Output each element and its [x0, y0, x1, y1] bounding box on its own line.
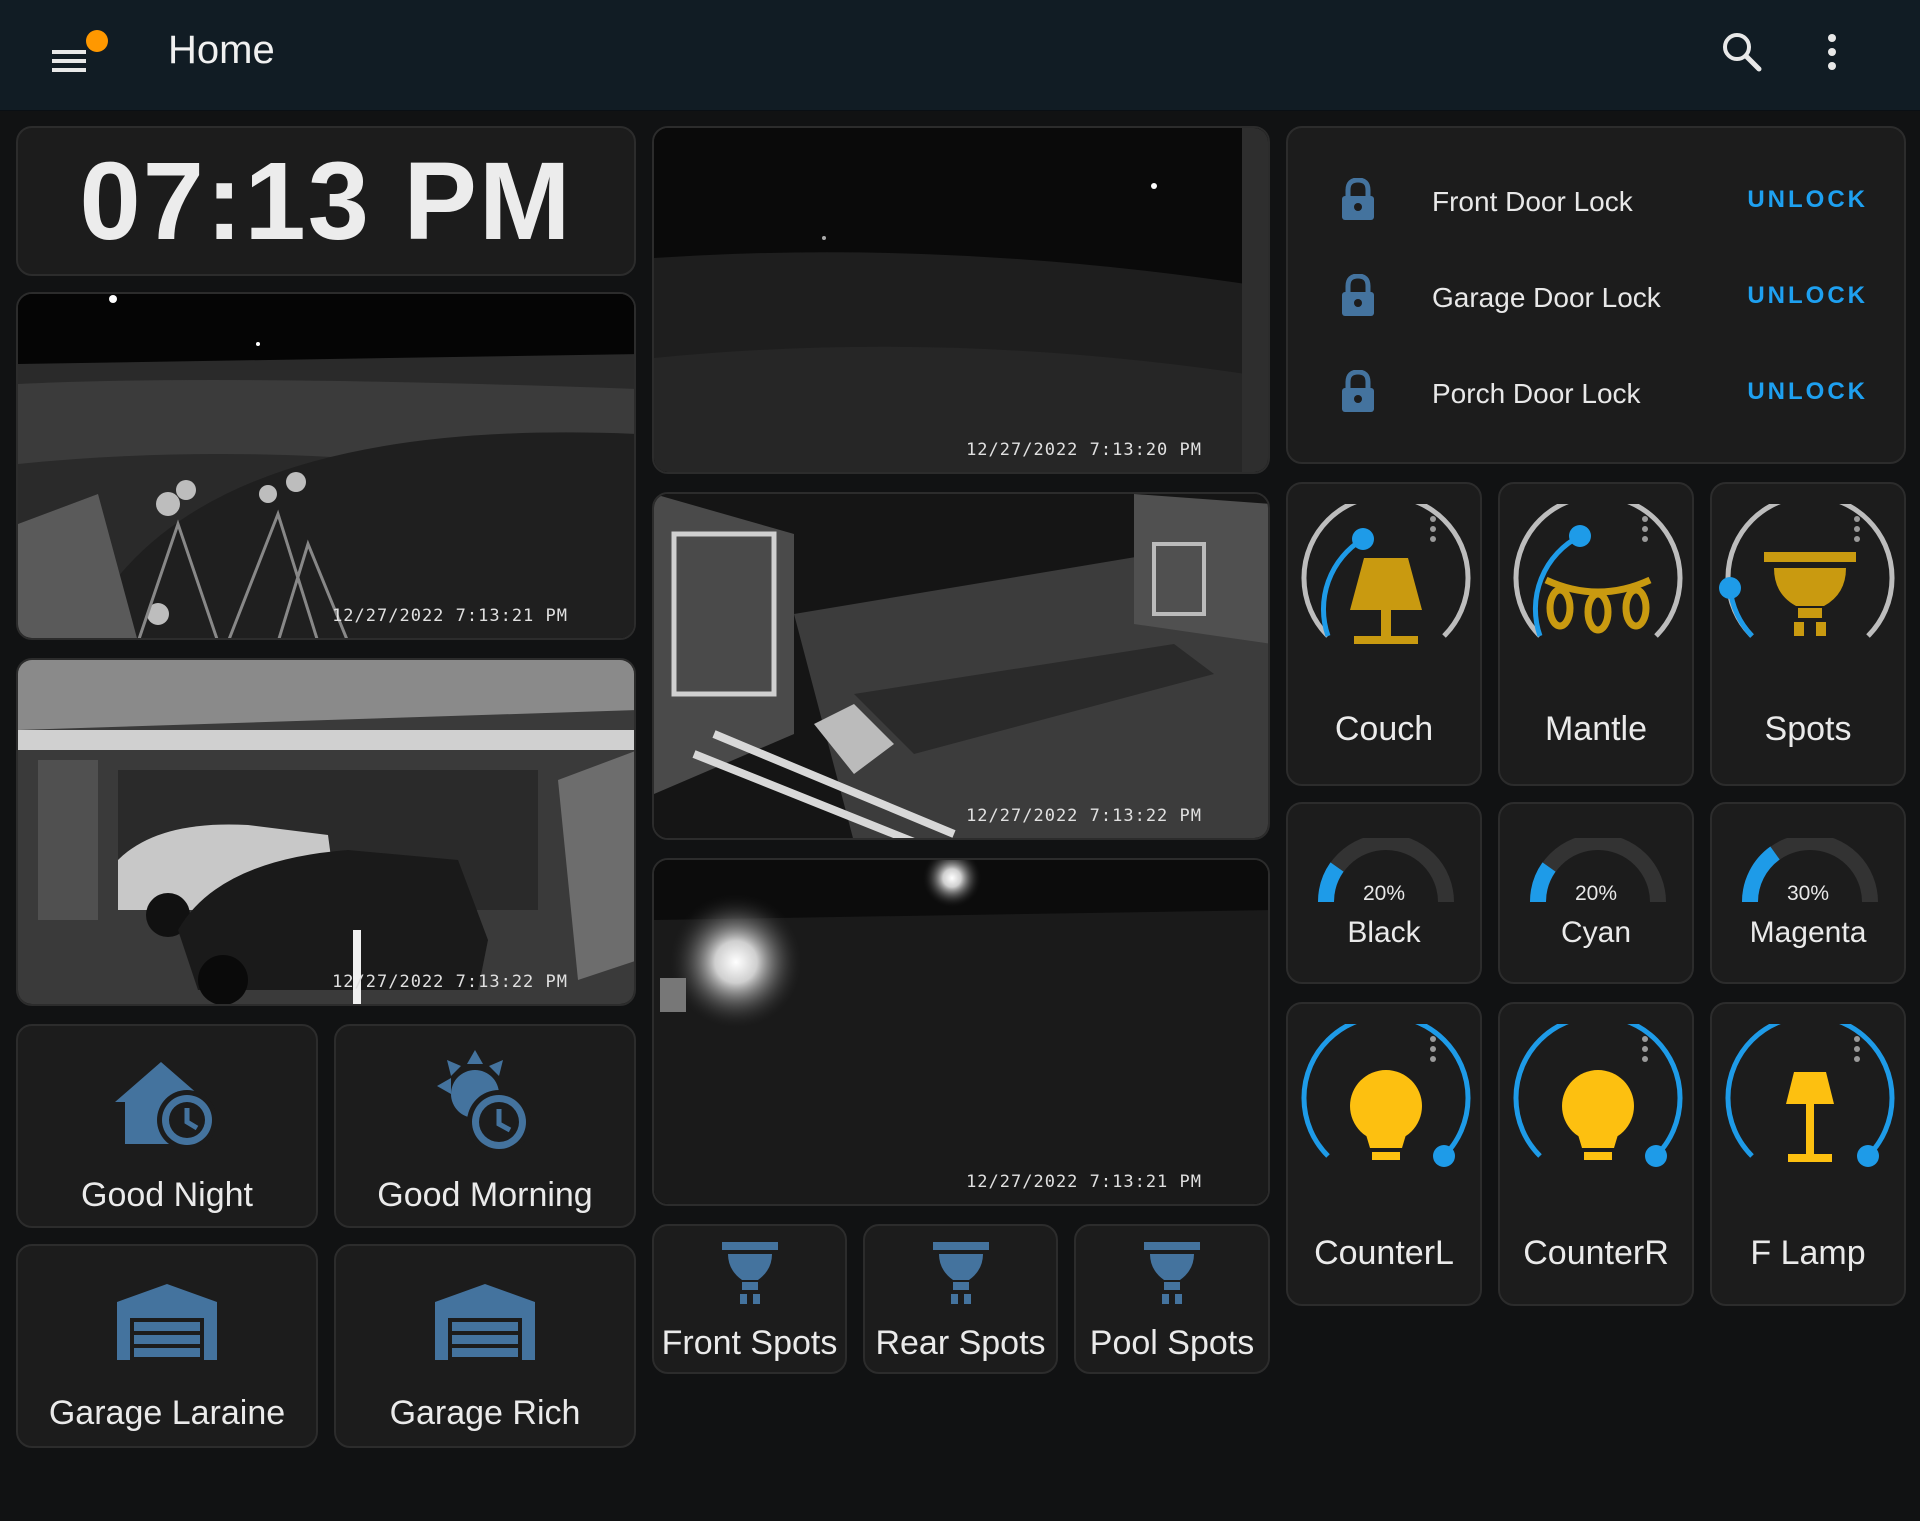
light-couch[interactable]: Couch — [1286, 482, 1482, 786]
brightness-dial[interactable] — [1500, 504, 1694, 694]
light-spots[interactable]: Spots — [1710, 482, 1906, 786]
gauge-label: Black — [1347, 916, 1421, 949]
scene-garage-rich[interactable]: Garage Rich — [334, 1244, 636, 1448]
scene-label: Good Morning — [377, 1176, 593, 1214]
lock-name: Porch Door Lock — [1432, 378, 1641, 409]
weather-clock-icon — [437, 1050, 531, 1154]
light-mantle[interactable]: Mantle — [1498, 482, 1694, 786]
notification-badge — [86, 30, 108, 52]
light-label: Couch — [1334, 710, 1434, 748]
ceiling-spot-icon — [1144, 1242, 1200, 1304]
brightness-dial[interactable] — [1500, 1024, 1694, 1214]
scene-garage-laraine[interactable]: Garage Laraine — [16, 1244, 318, 1448]
scene-good-morning[interactable]: Good Morning — [334, 1024, 636, 1228]
lock-row-front-door: Front Door Lock UNLOCK — [1288, 166, 1904, 236]
table-lamp-icon — [1350, 558, 1422, 644]
search-button[interactable] — [1720, 30, 1770, 80]
gauge-black[interactable]: 20% Black — [1286, 802, 1482, 984]
lock-row-garage-door: Garage Door Lock UNLOCK — [1288, 262, 1904, 332]
ceiling-spot-icon — [932, 1242, 989, 1304]
gauge-percent: 30% — [1786, 882, 1830, 905]
spots-label: Rear Spots — [875, 1324, 1046, 1362]
gauge-label: Magenta — [1749, 916, 1867, 949]
scene-label: Good Night — [81, 1176, 253, 1214]
menu-button[interactable] — [50, 30, 110, 80]
unlock-button[interactable]: UNLOCK — [1747, 282, 1868, 310]
camera-timestamp: 12/27/2022 7:13:22 PM — [966, 806, 1202, 826]
unlock-button[interactable]: UNLOCK — [1747, 186, 1868, 214]
spots-pool[interactable]: Pool Spots — [1074, 1224, 1270, 1374]
camera-back-deck[interactable]: 12/27/2022 7:13:22 PM — [652, 492, 1270, 840]
page-title: Home — [168, 28, 275, 72]
light-counterl[interactable]: CounterL — [1286, 1002, 1482, 1306]
spots-front[interactable]: Front Spots — [652, 1224, 847, 1374]
lightbulb-icon — [1350, 1070, 1422, 1160]
floor-lamp-icon — [1786, 1072, 1834, 1162]
camera-timestamp: 12/27/2022 7:13:21 PM — [966, 1172, 1202, 1192]
clock-time: 07:13 PM — [79, 139, 573, 263]
spots-rear[interactable]: Rear Spots — [863, 1224, 1058, 1374]
brightness-dial[interactable] — [1712, 1024, 1906, 1214]
camera-feed-image — [654, 494, 1268, 838]
camera-feed-image — [654, 128, 1268, 472]
clock-card: 07:13 PM — [16, 126, 636, 276]
lock-name: Front Door Lock — [1432, 186, 1633, 217]
scene-label: Garage Laraine — [48, 1394, 286, 1432]
gauge-percent: 20% — [1362, 882, 1406, 905]
light-label: CounterR — [1523, 1234, 1669, 1272]
camera-timestamp: 12/27/2022 7:13:21 PM — [332, 606, 568, 626]
camera-front-yard[interactable]: 12/27/2022 7:13:21 PM — [16, 292, 636, 640]
lock-icon — [1342, 178, 1374, 220]
camera-timestamp: 12/27/2022 7:13:22 PM — [332, 972, 568, 992]
camera-side-yard[interactable]: 12/27/2022 7:13:20 PM — [652, 126, 1270, 474]
string-lights-icon — [1544, 576, 1652, 634]
gauge-label: Cyan — [1560, 916, 1632, 949]
camera-backyard[interactable]: 12/27/2022 7:13:21 PM — [652, 858, 1270, 1206]
gauge-dial — [1741, 838, 1878, 903]
camera-feed-image — [18, 660, 634, 1004]
gauge-percent: 20% — [1574, 882, 1618, 905]
top-app-bar: Home — [0, 0, 1920, 111]
brightness-dial[interactable] — [1288, 1024, 1482, 1214]
gauge-dial — [1317, 838, 1454, 903]
ceiling-spot-icon — [721, 1242, 778, 1304]
home-clock-icon — [115, 1062, 217, 1150]
gauge-dial — [1529, 838, 1666, 903]
garage-icon — [117, 1284, 217, 1360]
ceiling-spot-icon — [1764, 552, 1856, 636]
hamburger-icon — [52, 50, 86, 72]
light-label: CounterL — [1314, 1234, 1454, 1272]
overflow-menu-button[interactable] — [1822, 30, 1862, 80]
scene-good-night[interactable]: Good Night — [16, 1024, 318, 1228]
lock-name: Garage Door Lock — [1432, 282, 1661, 313]
camera-garage[interactable]: 12/27/2022 7:13:22 PM — [16, 658, 636, 1006]
spots-label: Pool Spots — [1089, 1324, 1255, 1362]
gauge-magenta[interactable]: 30% Magenta — [1710, 802, 1906, 984]
brightness-dial[interactable] — [1712, 504, 1906, 694]
light-counterr[interactable]: CounterR — [1498, 1002, 1694, 1306]
brightness-dial[interactable] — [1288, 504, 1482, 694]
camera-timestamp: 12/27/2022 7:13:20 PM — [966, 440, 1202, 460]
light-label: F Lamp — [1750, 1234, 1866, 1272]
camera-feed-image — [654, 860, 1268, 1204]
unlock-button[interactable]: UNLOCK — [1747, 378, 1868, 406]
spots-label: Front Spots — [661, 1324, 838, 1362]
search-icon — [1723, 33, 1762, 72]
light-label: Spots — [1764, 710, 1852, 748]
more-vertical-icon — [1828, 34, 1836, 70]
gauge-cyan[interactable]: 20% Cyan — [1498, 802, 1694, 984]
garage-icon — [435, 1284, 535, 1360]
lock-row-porch-door: Porch Door Lock UNLOCK — [1288, 358, 1904, 428]
lightbulb-icon — [1562, 1070, 1634, 1160]
light-f-lamp[interactable]: F Lamp — [1710, 1002, 1906, 1306]
lock-icon — [1342, 370, 1374, 412]
scene-label: Garage Rich — [389, 1394, 581, 1432]
light-label: Mantle — [1544, 710, 1648, 748]
lock-icon — [1342, 274, 1374, 316]
camera-feed-image — [18, 294, 634, 638]
locks-card: Front Door Lock UNLOCK Garage Door Lock … — [1286, 126, 1906, 464]
